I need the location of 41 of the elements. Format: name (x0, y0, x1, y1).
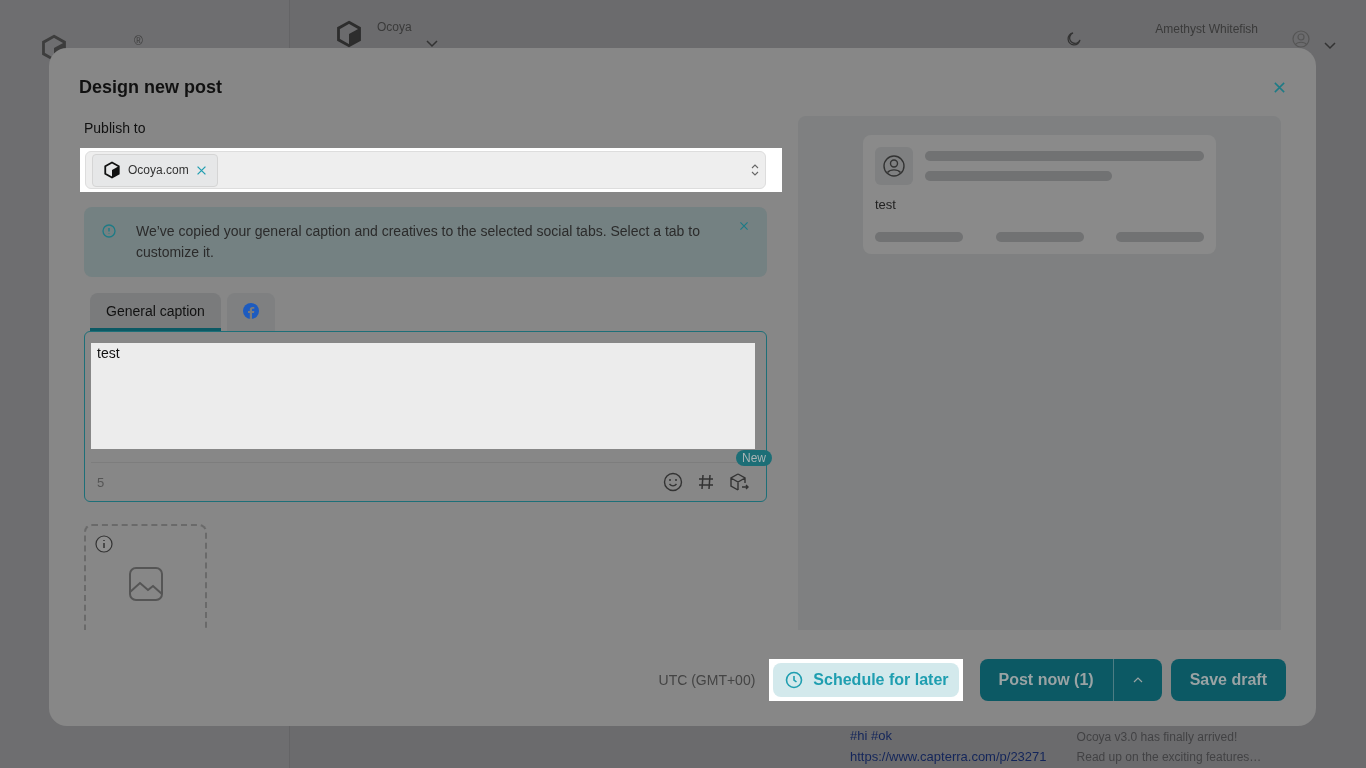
avatar-icon (875, 147, 913, 185)
select-arrows-icon (751, 164, 759, 176)
emoji-icon[interactable] (663, 472, 683, 492)
image-icon (127, 566, 164, 602)
chevron-up-icon (1132, 677, 1143, 683)
remove-icon (195, 164, 207, 176)
info-icon (102, 224, 116, 238)
preview-text: test (875, 197, 897, 212)
post-options-button[interactable] (1112, 659, 1162, 701)
user-chevron-icon (1324, 42, 1336, 50)
link[interactable]: https://www.capterra.com/p/23271 (850, 749, 1047, 764)
facebook-icon (242, 302, 259, 319)
timezone-text: UTC (GMT+00) (658, 672, 756, 688)
caption-tab[interactable]: General caption (90, 293, 221, 331)
workspace-logo-icon (335, 20, 363, 48)
clock-icon (785, 671, 804, 689)
hashtag-icon[interactable] (697, 473, 715, 491)
account-logo-icon (103, 161, 121, 179)
info-text: We’ve copied your general caption and creatives to the selected social tabs. Select a tab to customize it. (136, 222, 701, 262)
hashtags-text: #hi #ok (850, 728, 893, 743)
schedule-button[interactable]: Schedule for later (773, 663, 959, 697)
moon-icon[interactable] (1067, 32, 1082, 46)
save-draft-button[interactable]: Save draft (1170, 659, 1286, 701)
post-now-button[interactable]: Post now (1) (979, 659, 1113, 701)
account-chip[interactable]: Ocoya.com (92, 153, 218, 187)
account-select[interactable]: Ocoya.com (85, 151, 766, 189)
publish-to-label: Publish to (84, 120, 147, 136)
avatar-icon[interactable] (1292, 30, 1310, 48)
facebook-tab[interactable] (226, 293, 275, 331)
box-arrow-icon[interactable] (729, 472, 749, 492)
close-icon (1273, 80, 1286, 94)
info-icon (95, 535, 113, 553)
workspace-chevron-icon (425, 40, 438, 48)
registered-mark: ® (134, 34, 143, 48)
new-badge: New (736, 450, 772, 466)
close-icon (739, 221, 749, 231)
caption-field[interactable]: test (91, 343, 755, 449)
close-button[interactable] (1273, 80, 1286, 94)
account-name: Ocoya.com (128, 163, 189, 177)
media-upload-area[interactable] (84, 524, 207, 630)
modal-title: Design new post (79, 76, 222, 98)
